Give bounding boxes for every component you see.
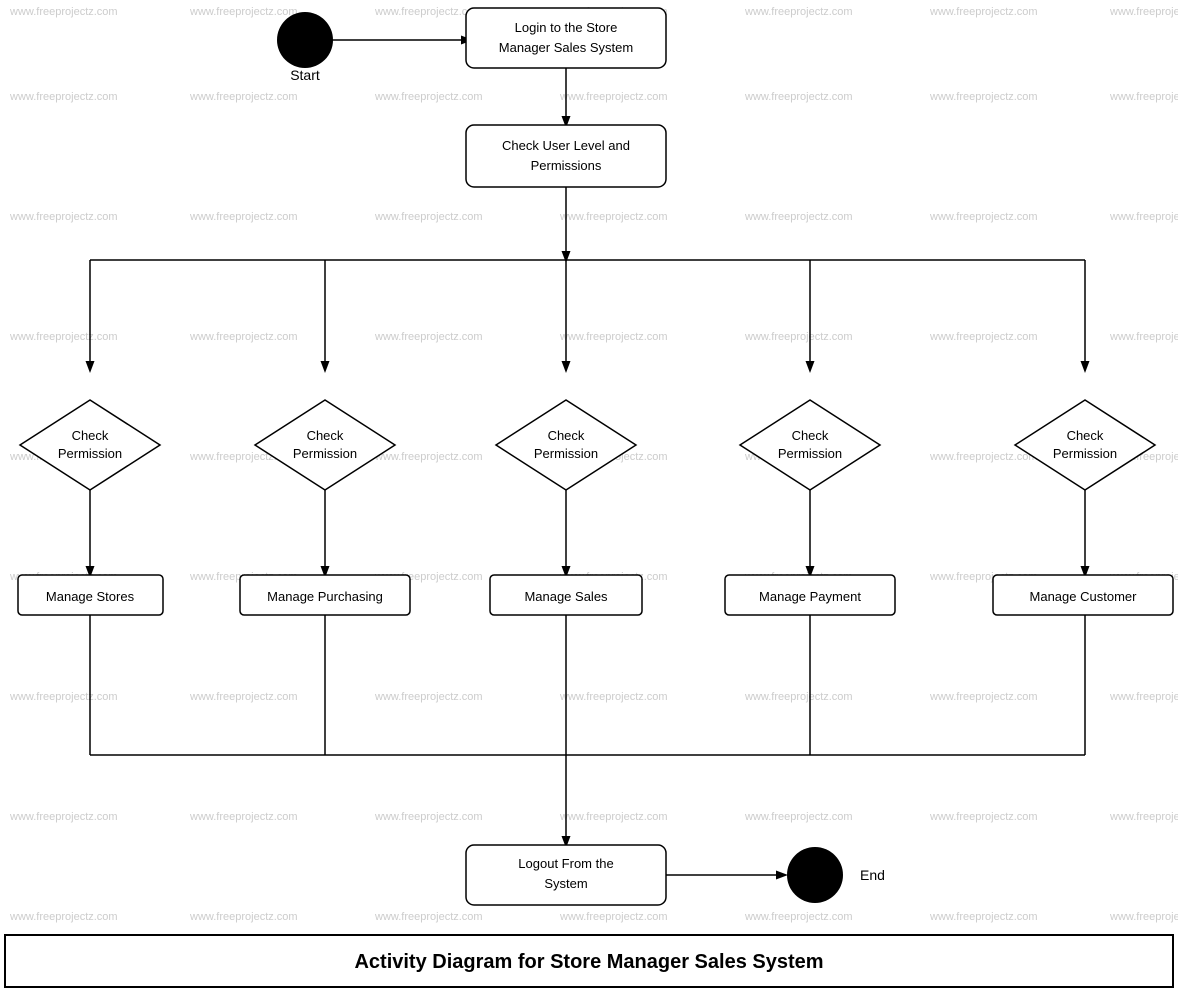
diagram-container: www.freeprojectz.com www.freeprojectz.co… xyxy=(0,0,1178,994)
svg-text:www.freeprojectz.com: www.freeprojectz.com xyxy=(744,691,853,703)
svg-text:www.freeprojectz.com: www.freeprojectz.com xyxy=(189,811,298,823)
svg-text:www.freeprojectz.com: www.freeprojectz.com xyxy=(559,691,668,703)
svg-text:www.freeprojectz.com: www.freeprojectz.com xyxy=(929,211,1038,223)
svg-text:www.freeprojectz.com: www.freeprojectz.com xyxy=(9,331,118,343)
manage-customer-label: Manage Customer xyxy=(1030,589,1138,604)
check-perm-diamond-2 xyxy=(255,400,395,490)
check-perm-label-4b: Permission xyxy=(778,446,842,461)
svg-text:www.freeprojectz.com: www.freeprojectz.com xyxy=(744,331,853,343)
svg-text:www.freeprojectz.com: www.freeprojectz.com xyxy=(1109,6,1178,18)
login-label-1: Login to the Store xyxy=(515,20,618,35)
svg-text:www.freeprojectz.com: www.freeprojectz.com xyxy=(374,691,483,703)
svg-text:www.freeprojectz.com: www.freeprojectz.com xyxy=(1109,211,1178,223)
svg-text:www.freeprojectz.com: www.freeprojectz.com xyxy=(374,451,483,463)
manage-sales-label: Manage Sales xyxy=(524,589,608,604)
svg-text:www.freeprojectz.com: www.freeprojectz.com xyxy=(374,911,483,923)
check-perm-label-1a: Check xyxy=(72,428,109,443)
end-label: End xyxy=(860,867,885,883)
svg-text:www.freeprojectz.com: www.freeprojectz.com xyxy=(559,331,668,343)
svg-text:www.freeprojectz.com: www.freeprojectz.com xyxy=(1109,91,1178,103)
check-perm-label-3b: Permission xyxy=(534,446,598,461)
check-user-box xyxy=(466,125,666,187)
svg-text:www.freeprojectz.com: www.freeprojectz.com xyxy=(744,211,853,223)
svg-text:www.freeprojectz.com: www.freeprojectz.com xyxy=(929,91,1038,103)
svg-text:www.freeprojectz.com: www.freeprojectz.com xyxy=(9,211,118,223)
svg-text:www.freeprojectz.com: www.freeprojectz.com xyxy=(189,6,298,18)
logout-label-1: Logout From the xyxy=(518,856,613,871)
svg-text:www.freeprojectz.com: www.freeprojectz.com xyxy=(929,811,1038,823)
svg-text:www.freeprojectz.com: www.freeprojectz.com xyxy=(1109,811,1178,823)
svg-text:www.freeprojectz.com: www.freeprojectz.com xyxy=(374,91,483,103)
svg-text:www.freeprojectz.com: www.freeprojectz.com xyxy=(1109,911,1178,923)
logout-label-2: System xyxy=(544,876,587,891)
logout-box xyxy=(466,845,666,905)
svg-text:www.freeprojectz.com: www.freeprojectz.com xyxy=(929,331,1038,343)
svg-text:www.freeprojectz.com: www.freeprojectz.com xyxy=(929,911,1038,923)
check-perm-label-3a: Check xyxy=(548,428,585,443)
check-perm-diamond-4 xyxy=(740,400,880,490)
svg-text:www.freeprojectz.com: www.freeprojectz.com xyxy=(744,91,853,103)
svg-text:www.freeprojectz.com: www.freeprojectz.com xyxy=(1109,331,1178,343)
manage-purchasing-label: Manage Purchasing xyxy=(267,589,383,604)
svg-text:www.freeprojectz.com: www.freeprojectz.com xyxy=(9,6,118,18)
check-perm-label-2b: Permission xyxy=(293,446,357,461)
svg-text:www.freeprojectz.com: www.freeprojectz.com xyxy=(189,91,298,103)
svg-text:www.freeprojectz.com: www.freeprojectz.com xyxy=(189,691,298,703)
check-perm-label-1b: Permission xyxy=(58,446,122,461)
svg-text:www.freeprojectz.com: www.freeprojectz.com xyxy=(929,6,1038,18)
svg-text:www.freeprojectz.com: www.freeprojectz.com xyxy=(374,331,483,343)
svg-text:www.freeprojectz.com: www.freeprojectz.com xyxy=(559,211,668,223)
check-perm-label-5b: Permission xyxy=(1053,446,1117,461)
check-perm-label-4a: Check xyxy=(792,428,829,443)
end-node xyxy=(787,847,843,903)
svg-text:www.freeprojectz.com: www.freeprojectz.com xyxy=(9,811,118,823)
svg-text:www.freeprojectz.com: www.freeprojectz.com xyxy=(374,811,483,823)
manage-stores-label: Manage Stores xyxy=(46,589,135,604)
svg-text:www.freeprojectz.com: www.freeprojectz.com xyxy=(374,211,483,223)
svg-text:www.freeprojectz.com: www.freeprojectz.com xyxy=(929,451,1038,463)
svg-text:www.freeprojectz.com: www.freeprojectz.com xyxy=(929,691,1038,703)
svg-text:www.freeprojectz.com: www.freeprojectz.com xyxy=(559,911,668,923)
check-perm-diamond-1 xyxy=(20,400,160,490)
svg-text:www.freeprojectz.com: www.freeprojectz.com xyxy=(744,811,853,823)
svg-text:www.freeprojectz.com: www.freeprojectz.com xyxy=(559,91,668,103)
svg-text:www.freeprojectz.com: www.freeprojectz.com xyxy=(9,91,118,103)
svg-text:www.freeprojectz.com: www.freeprojectz.com xyxy=(189,911,298,923)
svg-text:www.freeprojectz.com: www.freeprojectz.com xyxy=(189,211,298,223)
svg-text:www.freeprojectz.com: www.freeprojectz.com xyxy=(744,6,853,18)
footer-title: Activity Diagram for Store Manager Sales… xyxy=(354,951,823,973)
svg-text:www.freeprojectz.com: www.freeprojectz.com xyxy=(9,911,118,923)
check-user-label-2: Permissions xyxy=(531,158,602,173)
svg-text:www.freeprojectz.com: www.freeprojectz.com xyxy=(559,811,668,823)
login-label-2: Manager Sales System xyxy=(499,40,633,55)
manage-payment-label: Manage Payment xyxy=(759,589,861,604)
login-box xyxy=(466,8,666,68)
check-user-label-1: Check User Level and xyxy=(502,138,630,153)
check-perm-label-5a: Check xyxy=(1067,428,1104,443)
check-perm-diamond-5 xyxy=(1015,400,1155,490)
start-label: Start xyxy=(290,67,320,83)
svg-text:www.freeprojectz.com: www.freeprojectz.com xyxy=(744,911,853,923)
svg-text:www.freeprojectz.com: www.freeprojectz.com xyxy=(189,331,298,343)
check-perm-diamond-3 xyxy=(496,400,636,490)
svg-text:www.freeprojectz.com: www.freeprojectz.com xyxy=(9,691,118,703)
svg-text:www.freeprojectz.com: www.freeprojectz.com xyxy=(1109,691,1178,703)
check-perm-label-2a: Check xyxy=(307,428,344,443)
